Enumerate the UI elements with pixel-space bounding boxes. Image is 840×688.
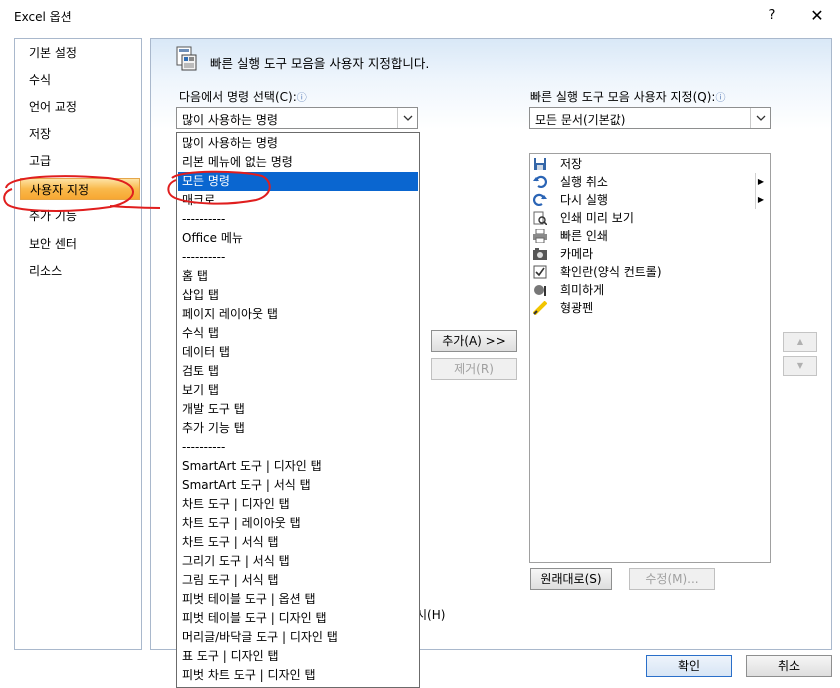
qat-for-select[interactable]: 모든 문서(기본값) (529, 107, 771, 129)
qat-command-list[interactable]: 저장 실행 취소 ▶ 다시 실행 ▶ 인쇄 미리 보기 빠른 인쇄 카메라 확인… (529, 153, 771, 563)
dropdown-option[interactable]: 차트 도구 | 레이아웃 탭 (178, 514, 418, 533)
nav-item-advanced[interactable]: 고급 (16, 150, 140, 172)
info-icon: ⓘ (715, 93, 726, 104)
dropdown-option[interactable]: 데이터 탭 (178, 343, 418, 362)
undo-icon (533, 175, 547, 189)
checkbox-icon (533, 265, 547, 279)
qat-for-label: 빠른 실행 도구 모음 사용자 지정(Q):ⓘ (530, 88, 725, 105)
dropdown-option[interactable]: 홈 탭 (178, 267, 418, 286)
nav-item-trust-center[interactable]: 보안 센터 (16, 233, 140, 255)
dropdown-option[interactable]: 매크로 (178, 191, 418, 210)
dropdown-option[interactable]: 수식 탭 (178, 324, 418, 343)
list-item[interactable]: 카메라 (533, 245, 767, 263)
list-item[interactable]: 다시 실행 ▶ (533, 191, 767, 209)
quick-print-icon (533, 229, 547, 243)
modify-button[interactable]: 수정(M)... (629, 568, 715, 590)
qat-item-label: 저장 (560, 157, 583, 171)
qat-item-label: 빠른 인쇄 (560, 229, 608, 243)
qat-item-label: 다시 실행 (560, 193, 608, 207)
qat-for-label-text: 빠른 실행 도구 모음 사용자 지정(Q): (530, 90, 716, 104)
nav-item-customize[interactable]: 사용자 지정 (20, 178, 140, 200)
close-button[interactable]: ✕ (804, 5, 830, 27)
list-item[interactable]: 인쇄 미리 보기 (533, 209, 767, 227)
save-icon (534, 158, 546, 170)
dropdown-option[interactable]: 개발 도구 탭 (178, 400, 418, 419)
dropdown-option[interactable]: 머리글/바닥글 도구 | 디자인 탭 (178, 628, 418, 647)
dropdown-option[interactable]: ---------- (178, 210, 418, 229)
help-button[interactable]: ? (760, 5, 784, 27)
dropdown-option[interactable]: 페이지 레이아웃 탭 (178, 305, 418, 324)
chevron-down-icon[interactable] (397, 108, 417, 128)
dim-icon (534, 285, 546, 296)
dropdown-option-selected[interactable]: 모든 명령 (178, 172, 418, 191)
commands-from-select[interactable]: 많이 사용하는 명령 (176, 107, 418, 129)
dropdown-option[interactable]: 삽입 탭 (178, 286, 418, 305)
commands-from-dropdown-list[interactable]: 많이 사용하는 명령 리본 메뉴에 없는 명령 모든 명령 매크로 ----------… (176, 132, 420, 688)
reset-button[interactable]: 원래대로(S) (530, 568, 612, 590)
list-item[interactable]: 희미하게 (533, 281, 767, 299)
camera-icon (533, 248, 547, 260)
list-item[interactable]: 실행 취소 ▶ (533, 173, 767, 191)
nav-item-save[interactable]: 저장 (16, 123, 140, 145)
commands-from-value: 많이 사용하는 명령 (182, 113, 278, 127)
highlighter-icon (533, 301, 547, 315)
qat-item-label: 인쇄 미리 보기 (560, 211, 634, 225)
commands-from-label-text: 다음에서 명령 선택(C): (179, 90, 297, 104)
list-item[interactable]: 저장 (533, 155, 767, 173)
dropdown-option[interactable]: 많이 사용하는 명령 (178, 134, 418, 153)
submenu-arrow-icon[interactable]: ▶ (755, 173, 766, 191)
nav-item-formulas[interactable]: 수식 (16, 69, 140, 91)
chevron-down-icon[interactable] (750, 108, 770, 128)
panel-header-text: 빠른 실행 도구 모음을 사용자 지정합니다. (210, 56, 430, 71)
qat-item-label: 형광펜 (560, 301, 594, 315)
info-icon: ⓘ (296, 93, 307, 104)
options-nav: 기본 설정 수식 언어 교정 저장 고급 사용자 지정 추가 기능 보안 센터 … (14, 38, 142, 650)
dropdown-option[interactable]: 피벗 테이블 도구 | 디자인 탭 (178, 609, 418, 628)
ok-button[interactable]: 확인 (646, 655, 732, 677)
dropdown-option[interactable]: SmartArt 도구 | 서식 탭 (178, 476, 418, 495)
list-item[interactable]: 빠른 인쇄 (533, 227, 767, 245)
quick-access-toolbar-icon (176, 46, 197, 71)
dropdown-option[interactable]: 피벗 테이블 도구 | 옵션 탭 (178, 590, 418, 609)
submenu-arrow-icon[interactable]: ▶ (755, 191, 766, 209)
window-title: Excel 옵션 (14, 10, 72, 24)
title-bar (0, 0, 840, 32)
list-item[interactable]: 형광펜 (533, 299, 767, 317)
dropdown-option[interactable]: 리본 메뉴에 없는 명령 (178, 153, 418, 172)
dropdown-option[interactable]: 차트 도구 | 디자인 탭 (178, 495, 418, 514)
qat-item-label: 희미하게 (560, 283, 605, 297)
nav-item-general[interactable]: 기본 설정 (16, 42, 140, 64)
redo-icon (533, 193, 547, 207)
dropdown-option[interactable]: 그림 도구 | 서식 탭 (178, 571, 418, 590)
dropdown-option[interactable]: 보기 탭 (178, 381, 418, 400)
print-preview-icon (533, 211, 547, 225)
cancel-button[interactable]: 취소 (746, 655, 832, 677)
qat-item-label: 카메라 (560, 247, 594, 261)
move-up-button[interactable]: ▲ (783, 332, 817, 352)
qat-item-label: 확인란(양식 컨트롤) (560, 265, 662, 279)
commands-from-label: 다음에서 명령 선택(C):ⓘ (179, 88, 307, 105)
nav-item-resources[interactable]: 리소스 (16, 260, 140, 282)
dropdown-option[interactable]: ---------- (178, 248, 418, 267)
nav-item-addins[interactable]: 추가 기능 (16, 205, 140, 227)
dropdown-option[interactable]: 그리기 도구 | 서식 탭 (178, 552, 418, 571)
show-below-ribbon-label: 시(H) (416, 608, 446, 622)
list-item[interactable]: 확인란(양식 컨트롤) (533, 263, 767, 281)
dropdown-option[interactable]: 검토 탭 (178, 362, 418, 381)
nav-item-proofing[interactable]: 언어 교정 (16, 96, 140, 118)
qat-for-value: 모든 문서(기본값) (535, 113, 626, 127)
add-button[interactable]: 추가(A) >> (431, 330, 517, 352)
remove-button[interactable]: 제거(R) (431, 358, 517, 380)
move-down-button[interactable]: ▼ (783, 356, 817, 376)
qat-item-label: 실행 취소 (560, 175, 608, 189)
dropdown-option[interactable]: 표 도구 | 디자인 탭 (178, 647, 418, 666)
dropdown-option[interactable]: SmartArt 도구 | 디자인 탭 (178, 457, 418, 476)
dropdown-option[interactable]: 피벗 차트 도구 | 디자인 탭 (178, 666, 418, 685)
dropdown-option[interactable]: Office 메뉴 (178, 229, 418, 248)
dropdown-option[interactable]: ---------- (178, 438, 418, 457)
dropdown-option[interactable]: 차트 도구 | 서식 탭 (178, 533, 418, 552)
dropdown-option[interactable]: 추가 기능 탭 (178, 419, 418, 438)
